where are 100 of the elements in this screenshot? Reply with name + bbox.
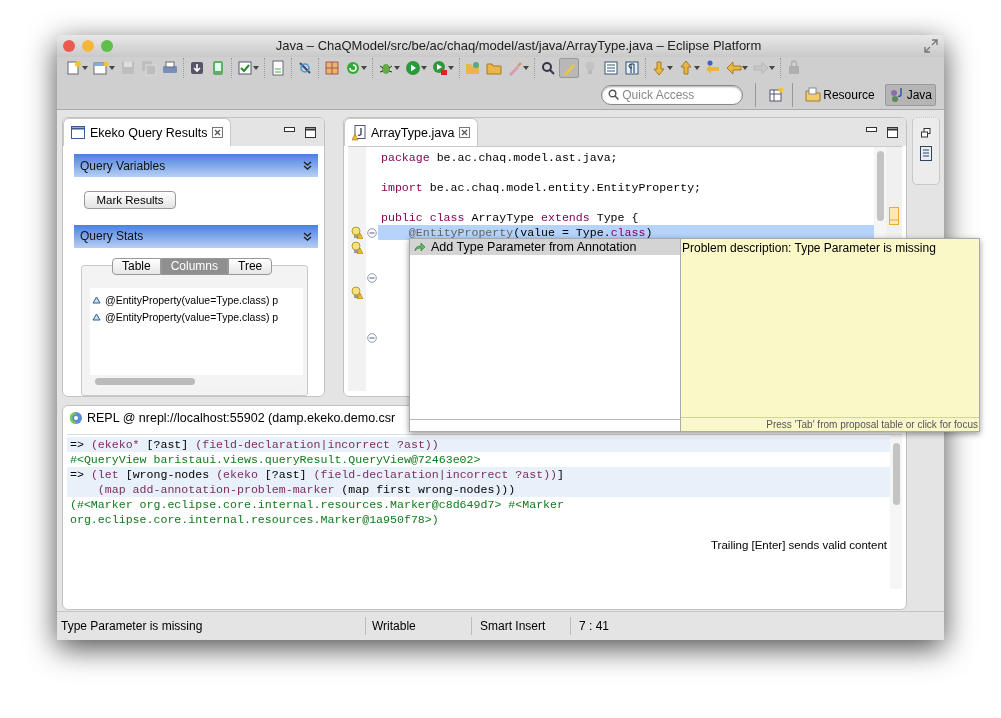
caret-icon xyxy=(769,66,775,71)
fullscreen-icon[interactable] xyxy=(924,38,938,53)
fold-icon[interactable] xyxy=(367,272,377,283)
section-title: Query Variables xyxy=(80,158,166,173)
warning-marker-icon[interactable] xyxy=(889,207,899,226)
repl-input-line: (map add-annotation-problem-marker (map first wrong-nodes))) xyxy=(96,483,516,497)
repl-input-line: => (let [wrong-nodes (ekeko [?ast] (field-declaration|incorrect ?ast))] xyxy=(70,468,565,482)
search-icon xyxy=(540,60,556,77)
code-line: import be.ac.chaq.model.entity.EntityProperty; xyxy=(381,181,702,195)
caret-icon xyxy=(394,66,400,71)
repl-input-line: => (ekeko* [?ast] (field-declaration|incorrect ?ast)) xyxy=(70,438,439,452)
caret-icon xyxy=(361,66,367,71)
close-icon[interactable] xyxy=(459,127,471,139)
open-perspective-icon[interactable] xyxy=(768,86,785,103)
problem-description: Problem description: Type Parameter is missing xyxy=(681,240,937,257)
caret-icon xyxy=(523,66,529,71)
arrow-right-icon xyxy=(753,60,769,77)
file-name: ArrayType.java xyxy=(371,125,455,140)
new-file-icon xyxy=(66,60,82,77)
focus-hint: Press 'Tab' from proposal table or click for focus xyxy=(681,417,979,431)
repl-output-line: org.eclipse.core.internal.resources.Marker@1a950f78>) xyxy=(70,513,439,527)
run-stop-icon xyxy=(432,60,448,77)
maximize-icon[interactable] xyxy=(305,126,316,138)
quick-access-field[interactable]: Quick Access xyxy=(601,84,744,105)
caret-icon xyxy=(421,66,427,71)
paragraph-icon xyxy=(624,60,640,77)
status-text: Smart Insert xyxy=(472,617,571,636)
grid-icon xyxy=(324,60,340,77)
checkbox-icon xyxy=(237,60,253,77)
warning-bulb-icon xyxy=(351,226,363,240)
result-row[interactable]: @EntityProperty(value=Type.class) p xyxy=(105,311,279,324)
arrow-up-icon xyxy=(678,60,694,77)
caret-icon xyxy=(253,66,259,71)
java-icon xyxy=(888,86,905,103)
section-header[interactable]: Query Stats xyxy=(74,224,318,248)
perspective-button[interactable]: Resource xyxy=(801,83,879,106)
play-icon xyxy=(405,60,421,77)
collapse-icon[interactable] xyxy=(303,231,312,241)
warning-bulb-icon xyxy=(351,286,363,300)
collapse-icon[interactable] xyxy=(303,161,312,171)
arrow-left-icon xyxy=(726,60,742,77)
new-window-icon xyxy=(93,60,109,77)
restore-icon[interactable] xyxy=(921,128,931,139)
close-icon[interactable] xyxy=(212,127,224,139)
arrow-down-icon xyxy=(651,60,667,77)
java-file-icon xyxy=(352,124,366,141)
zoom-button[interactable] xyxy=(101,39,113,52)
repl-output-line: #<QueryView baristaui.views.queryResult.QueryView@72463e02> xyxy=(70,453,481,467)
brush-icon xyxy=(507,60,523,77)
fold-icon[interactable] xyxy=(367,227,377,238)
device-icon xyxy=(210,60,226,77)
maximize-icon[interactable] xyxy=(887,126,898,138)
lock-icon xyxy=(786,60,802,77)
minimize-icon[interactable] xyxy=(284,126,295,133)
code-line: public class ArrayType extends Type { xyxy=(381,211,639,225)
caret-icon xyxy=(694,66,700,71)
mark-results-button[interactable]: Mark Results xyxy=(84,191,176,209)
repl-icon xyxy=(69,411,83,426)
repl-output-line: (#<Marker org.eclipse.core.internal.resources.Marker@c8d649d7> #<Marker xyxy=(70,498,564,512)
proposal-item[interactable]: Add Type Parameter from Annotation xyxy=(410,239,680,255)
code-line: package be.ac.chaq.model.ast.java; xyxy=(381,151,618,165)
save-all-icon xyxy=(141,60,157,77)
close-button[interactable] xyxy=(63,39,75,52)
fold-icon[interactable] xyxy=(367,332,377,343)
caret-icon xyxy=(742,66,748,71)
refresh-icon xyxy=(345,60,361,77)
view-title: Ekeko Query Results xyxy=(90,125,208,140)
save-icon xyxy=(120,60,136,77)
search-icon xyxy=(608,89,620,100)
result-row[interactable]: @EntityProperty(value=Type.class) p xyxy=(105,294,279,307)
caret-icon xyxy=(448,66,454,71)
folder-open-icon xyxy=(465,60,481,77)
window-icon xyxy=(71,126,85,140)
warning-bulb-icon xyxy=(351,241,363,255)
caret-icon xyxy=(82,66,88,71)
view-mode-tab[interactable]: Table xyxy=(112,257,161,275)
list-icon xyxy=(603,60,619,77)
scrollbar-thumb[interactable] xyxy=(876,151,884,222)
quick-access-input[interactable]: Quick Access xyxy=(622,87,723,102)
download-icon xyxy=(189,60,205,77)
vertical-scrollbar[interactable] xyxy=(890,435,902,590)
repl-hint: Trailing [Enter] sends valid content xyxy=(711,539,888,552)
editor-tab[interactable]: ArrayType.java xyxy=(344,118,479,147)
caret-icon xyxy=(109,66,115,71)
status-text: 7 : 41 xyxy=(578,618,611,636)
status-text: Writable xyxy=(366,617,472,636)
view-tab[interactable]: Ekeko Query Results xyxy=(63,118,232,147)
fix-arrow-icon xyxy=(414,242,425,252)
perspective-button[interactable]: Java xyxy=(884,83,936,106)
folder-icon xyxy=(805,86,822,103)
section-title: Query Stats xyxy=(80,229,144,244)
document-icon[interactable] xyxy=(920,146,932,162)
folder-icon xyxy=(486,60,502,77)
section-header[interactable]: Query Variables xyxy=(74,154,318,178)
view-title: REPL @ nrepl://localhost:55902 (damp.ekeko.demo.csr xyxy=(87,411,396,426)
view-mode-tab[interactable]: Tree xyxy=(228,257,273,275)
caret-icon xyxy=(667,66,673,71)
status-text: Type Parameter is missing xyxy=(57,617,366,636)
page-icon xyxy=(270,60,286,77)
minimize-icon[interactable] xyxy=(866,126,877,133)
